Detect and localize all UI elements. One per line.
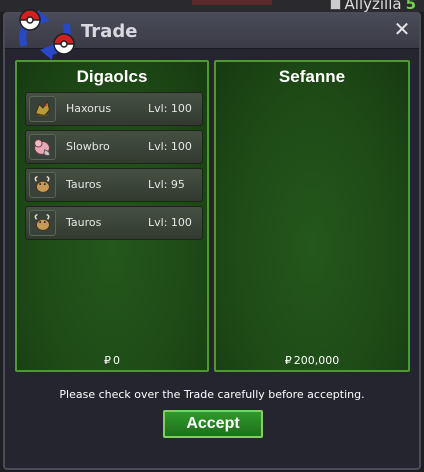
trade-notice: Please check over the Trade carefully be… (59, 388, 365, 401)
tauros-icon (29, 210, 56, 236)
tauros-icon (29, 172, 56, 198)
close-button[interactable]: ✕ (393, 19, 411, 39)
pokemon-level: Lvl: 100 (148, 216, 192, 229)
haxorus-icon (29, 96, 56, 122)
pokemon-level: Lvl: 100 (148, 102, 192, 115)
pokemon-slot[interactable]: Slowbro Lvl: 100 (25, 130, 203, 164)
pokemon-name: Tauros (66, 216, 102, 229)
pokemon-name: Slowbro (66, 140, 110, 153)
backdrop-object (192, 0, 272, 5)
left-pokemon-list: Haxorus Lvl: 100 Slowbro Lvl: 100 Tauros… (25, 92, 203, 244)
trade-window: Trade ✕ Digaolcs Haxorus Lvl: 100 Slowbr… (3, 9, 421, 470)
pokemon-slot[interactable]: Tauros Lvl: 100 (25, 206, 203, 240)
window-title: Trade (81, 21, 138, 42)
pokemon-slot[interactable]: Haxorus Lvl: 100 (25, 92, 203, 126)
pokedollar-icon: ₽ (284, 354, 292, 367)
right-trainer-name: Sefanne (278, 67, 346, 86)
pokemon-level: Lvl: 100 (148, 140, 192, 153)
trade-panel-left: Digaolcs Haxorus Lvl: 100 Slowbro Lvl: 1… (15, 60, 209, 372)
pokemon-level: Lvl: 95 (148, 178, 185, 191)
game-screen: Allyzilla 5 Trade ✕ Digaolcs Haxorus Lvl… (0, 0, 424, 472)
left-trainer-name: Digaolcs (76, 67, 148, 86)
right-money-value: 200,000 (293, 354, 340, 367)
slowbro-icon (29, 134, 56, 160)
left-money: ₽0 (17, 354, 207, 367)
left-money-value: 0 (113, 354, 120, 367)
pokemon-name: Tauros (66, 178, 102, 191)
pokedollar-icon: ₽ (104, 354, 111, 367)
pokemon-slot[interactable]: Tauros Lvl: 95 (25, 168, 203, 202)
right-money: ₽200,000 (216, 354, 408, 367)
trade-panel-right: Sefanne ₽200,000 (214, 60, 410, 372)
pokemon-name: Haxorus (66, 102, 112, 115)
trade-swap-icon (19, 9, 75, 60)
accept-button[interactable]: Accept (163, 410, 263, 438)
player-badge-icon (329, 0, 341, 10)
